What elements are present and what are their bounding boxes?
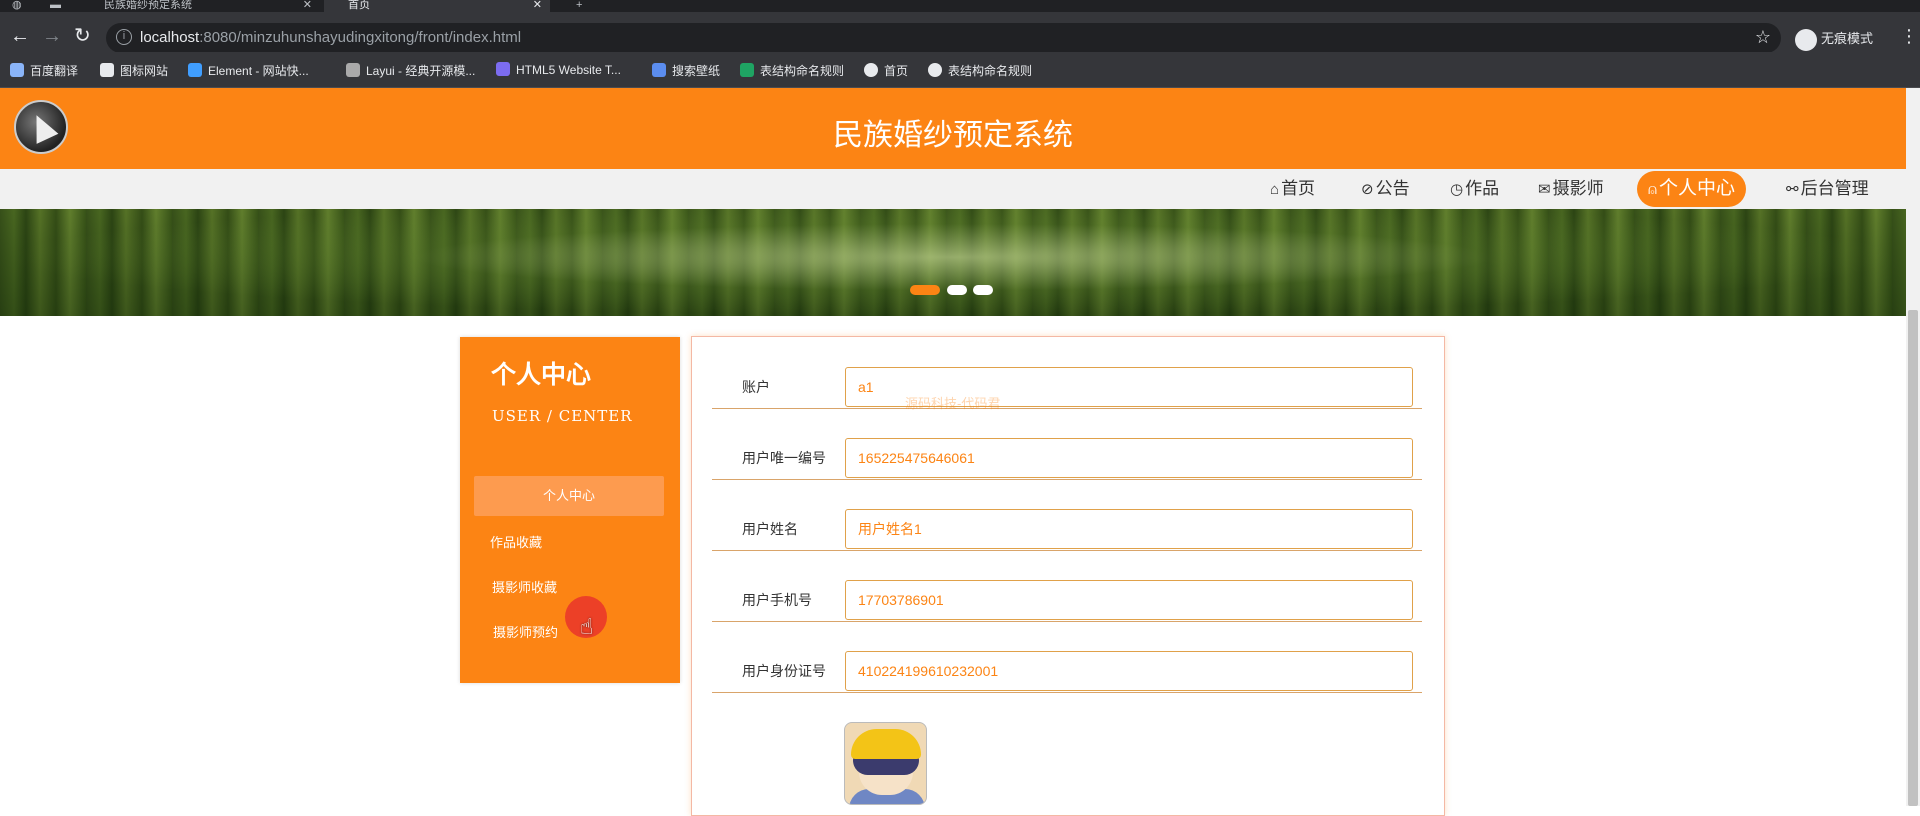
user-name-label: 用户姓名 — [742, 521, 798, 537]
site-title: 民族婚纱预定系统 — [833, 119, 1073, 152]
nav-works[interactable]: ◷ 作品 — [1450, 169, 1499, 209]
id-card-field[interactable] — [845, 651, 1413, 691]
user-icon: ⍝ — [1648, 181, 1658, 198]
avatar-hat — [851, 729, 921, 759]
carousel-dot[interactable] — [910, 285, 940, 295]
omnibox[interactable]: i localhost:8080/minzuhunshayudingxitong… — [106, 23, 1781, 53]
close-icon[interactable]: ✕ — [533, 0, 542, 11]
account-label: 账户 — [742, 379, 770, 395]
globe-icon — [928, 63, 942, 77]
tab-admin[interactable]: 民族婚纱预定系统 ✕ — [80, 0, 320, 12]
tab-home-label: 首页 — [348, 0, 370, 11]
tag-icon: ⊘ — [1361, 181, 1374, 198]
layui-icon — [346, 63, 360, 77]
reload-icon[interactable]: ↻ — [74, 26, 91, 46]
translate-icon — [10, 63, 24, 77]
sidebar-subtitle: USER / CENTER — [492, 407, 633, 425]
form-row-account: 账户 — [712, 337, 1422, 409]
page-scrollbar[interactable] — [1906, 88, 1920, 806]
carousel-dot[interactable] — [947, 285, 967, 295]
sidebar-item-work-favorites[interactable]: 作品收藏 — [490, 532, 542, 551]
form-row-user-name: 用户姓名 — [712, 479, 1422, 551]
incognito-icon — [1795, 28, 1817, 51]
site-header: 民族婚纱预定系统 — [0, 88, 1906, 169]
clock-icon: ◷ — [1450, 181, 1464, 198]
user-info-form: 账户 用户唯一编号 用户姓名 用户手机号 用户身份证号 — [691, 336, 1445, 816]
close-icon[interactable]: ✕ — [303, 0, 312, 11]
bookmark-item[interactable]: 百度翻译 — [10, 62, 78, 79]
html5-icon — [496, 62, 510, 76]
bookmark-item[interactable]: 表结构命名规则 — [928, 62, 1032, 79]
nav-notice[interactable]: ⊘ 公告 — [1361, 169, 1410, 209]
sidebar-item-photographer-favorites[interactable]: 摄影师收藏 — [492, 577, 557, 596]
nav-home[interactable]: ⌂ 首页 — [1270, 169, 1315, 209]
nav-user-center[interactable]: ⍝ 个人中心 — [1637, 171, 1747, 207]
banner-carousel[interactable] — [0, 209, 1906, 316]
bookmark-item[interactable]: 图标网站 — [100, 62, 168, 79]
globe-icon — [864, 63, 878, 77]
forward-arrow-icon[interactable]: → — [42, 26, 62, 46]
id-card-label: 用户身份证号 — [742, 663, 826, 679]
carousel-dot[interactable] — [973, 285, 993, 295]
watermark-text: 源码科技-代码君 — [905, 396, 1001, 411]
bookmark-item[interactable]: 首页 — [864, 62, 908, 79]
user-name-field[interactable] — [845, 509, 1413, 549]
home-icon: ⌂ — [1270, 181, 1280, 198]
sidebar-item-user-center[interactable]: 个人中心 — [474, 476, 664, 516]
mail-icon: ✉ — [1538, 181, 1551, 198]
tab-favicon[interactable]: ◍ — [0, 0, 40, 12]
wallpaper-icon — [652, 63, 666, 77]
back-arrow-icon[interactable]: ← — [10, 26, 30, 46]
tab-home[interactable]: 首页 ✕ — [324, 0, 550, 12]
page-icon: ▬ — [50, 0, 61, 11]
flag-icon — [100, 63, 114, 77]
user-id-field[interactable] — [845, 438, 1413, 478]
tab-pinned[interactable]: ▬ — [40, 0, 70, 12]
tab-admin-label: 民族婚纱预定系统 — [104, 0, 192, 11]
sheet-icon — [740, 63, 754, 77]
bookmark-item[interactable]: Layui - 经典开源模... — [346, 62, 475, 79]
main-nav: ⌂ 首页 ⊘ 公告 ◷ 作品 ✉ 摄影师 ⍝ 个人中心 ⚯ 后台管理 — [0, 169, 1906, 209]
form-row-id-card: 用户身份证号 — [712, 621, 1422, 693]
new-tab-button[interactable]: + — [570, 0, 600, 12]
url-text[interactable]: localhost:8080/minzuhunshayudingxitong/f… — [140, 29, 521, 46]
info-icon[interactable]: i — [116, 29, 132, 45]
phone-field[interactable] — [845, 580, 1413, 620]
nav-admin[interactable]: ⚯ 后台管理 — [1786, 169, 1869, 209]
bookmark-item[interactable]: Element - 网站快... — [188, 62, 309, 79]
user-id-label: 用户唯一编号 — [742, 450, 826, 466]
globe-icon: ◍ — [12, 0, 22, 11]
bookmarks-bar: 百度翻译 图标网站 Element - 网站快... Layui - 经典开源模… — [0, 52, 1920, 88]
hand-cursor-icon: ☝ — [580, 614, 594, 639]
link-icon: ⚯ — [1786, 181, 1799, 198]
element-icon — [188, 63, 202, 77]
menu-icon[interactable]: ⋮ — [1900, 26, 1918, 47]
bookmark-item[interactable]: 表结构命名规则 — [740, 62, 844, 79]
incognito-indicator[interactable]: 无痕模式 — [1795, 28, 1873, 51]
user-avatar[interactable] — [844, 722, 927, 805]
nav-photographer[interactable]: ✉ 摄影师 — [1538, 169, 1604, 209]
sidebar-item-photographer-booking[interactable]: 摄影师预约 — [493, 622, 558, 641]
form-row-phone: 用户手机号 — [712, 550, 1422, 622]
sidebar-title: 个人中心 — [491, 360, 592, 389]
form-row-user-id: 用户唯一编号 — [712, 408, 1422, 480]
phone-label: 用户手机号 — [742, 592, 812, 608]
star-icon[interactable]: ☆ — [1755, 27, 1771, 48]
bookmark-item[interactable]: 搜索壁纸 — [652, 62, 720, 79]
bookmark-item[interactable]: HTML5 Website T... — [496, 62, 621, 77]
scrollbar-thumb[interactable] — [1908, 310, 1918, 806]
browser-tab-strip: ◍ ▬ 民族婚纱预定系统 ✕ 首页 ✕ + — [0, 0, 1920, 12]
